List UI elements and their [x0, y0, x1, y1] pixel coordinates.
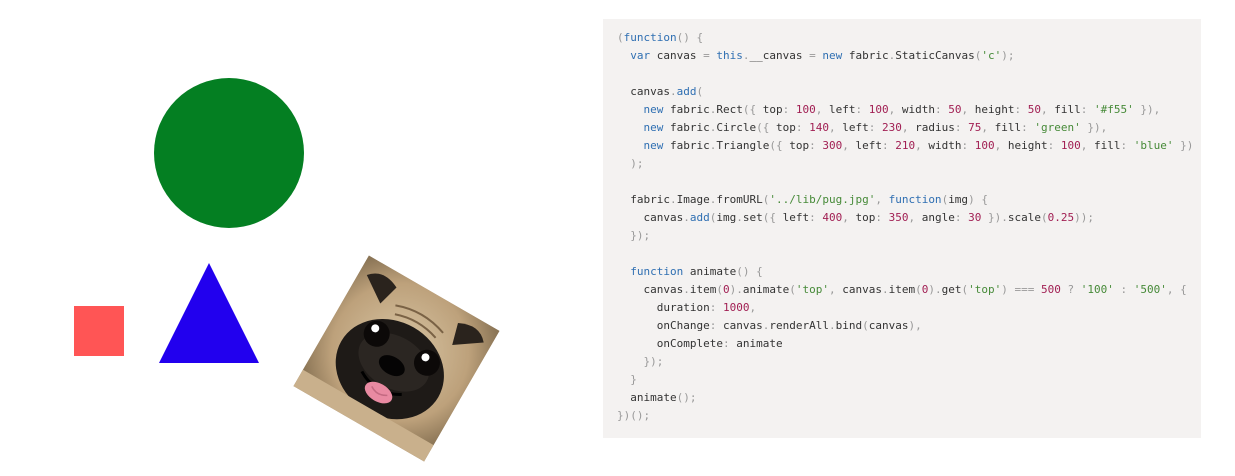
code-line: duration: 1000, [656, 301, 757, 314]
code-line: onComplete: animate [656, 337, 783, 350]
code-line: canvas.add(img.set({ left: 400, top: 350… [643, 211, 1095, 224]
code-line: function animate() { [630, 265, 763, 278]
code-line: ); [630, 157, 644, 170]
code-line: new fabric.Circle({ top: 140, left: 230,… [643, 121, 1108, 134]
pug-image [293, 255, 500, 462]
code-line: }); [630, 229, 651, 242]
code-line: new fabric.Rect({ top: 100, left: 100, w… [643, 103, 1161, 116]
blue-triangle [159, 263, 259, 363]
code-line: })(); [617, 409, 651, 422]
code-block: (function() { var canvas = this.__canvas… [617, 29, 1201, 425]
code-line: canvas.item(0).animate('top', canvas.ite… [643, 283, 1187, 296]
code-listing: (function() { var canvas = this.__canvas… [603, 19, 1201, 438]
code-line: new fabric.Triangle({ top: 300, left: 21… [643, 139, 1194, 152]
code-line: canvas.add( [630, 85, 704, 98]
code-line: animate(); [630, 391, 697, 404]
green-circle [154, 78, 304, 228]
code-line: var canvas = this.__canvas = new fabric.… [630, 49, 1015, 62]
pug-face-icon [293, 255, 500, 462]
code-line: fabric.Image.fromURL('../lib/pug.jpg', f… [630, 193, 988, 206]
red-rectangle [74, 306, 124, 356]
code-line: (function() { [617, 31, 704, 44]
code-line: } [630, 373, 637, 386]
code-line: onChange: canvas.renderAll.bind(canvas), [656, 319, 922, 332]
code-line: }); [643, 355, 664, 368]
fabric-demo-canvas [0, 0, 600, 476]
